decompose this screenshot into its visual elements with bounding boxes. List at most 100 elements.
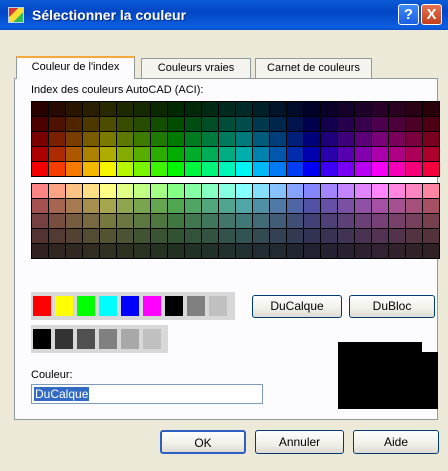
- aci-color-cell[interactable]: [423, 132, 439, 146]
- aci-color-cell[interactable]: [168, 214, 184, 228]
- aci-color-cell[interactable]: [389, 184, 405, 198]
- aci-color-cell[interactable]: [168, 132, 184, 146]
- aci-color-cell[interactable]: [372, 199, 388, 213]
- aci-color-cell[interactable]: [389, 244, 405, 258]
- aci-color-cell[interactable]: [236, 147, 252, 161]
- aci-color-cell[interactable]: [66, 147, 82, 161]
- aci-color-cell[interactable]: [338, 199, 354, 213]
- aci-color-cell[interactable]: [423, 244, 439, 258]
- aci-color-cell[interactable]: [253, 102, 269, 116]
- swatch-red[interactable]: [33, 296, 51, 316]
- aci-color-cell[interactable]: [355, 244, 371, 258]
- aci-color-cell[interactable]: [32, 184, 48, 198]
- aci-color-cell[interactable]: [304, 102, 320, 116]
- help-icon[interactable]: ?: [398, 4, 419, 25]
- aci-color-cell[interactable]: [423, 214, 439, 228]
- aci-color-cell[interactable]: [253, 117, 269, 131]
- aci-color-cell[interactable]: [270, 184, 286, 198]
- aci-color-cell[interactable]: [219, 214, 235, 228]
- aci-color-cell[interactable]: [202, 199, 218, 213]
- aci-color-cell[interactable]: [168, 162, 184, 176]
- aci-color-cell[interactable]: [389, 117, 405, 131]
- aci-color-cell[interactable]: [66, 162, 82, 176]
- aci-color-cell[interactable]: [83, 102, 99, 116]
- aci-color-cell[interactable]: [236, 184, 252, 198]
- aci-color-cell[interactable]: [168, 184, 184, 198]
- aci-color-cell[interactable]: [270, 214, 286, 228]
- aci-color-cell[interactable]: [287, 147, 303, 161]
- byblock-button[interactable]: DuBloc: [349, 295, 435, 318]
- aci-color-cell[interactable]: [372, 147, 388, 161]
- aci-color-cell[interactable]: [49, 229, 65, 243]
- swatch-gray-6[interactable]: [143, 329, 161, 349]
- aci-color-cell[interactable]: [49, 102, 65, 116]
- aci-color-cell[interactable]: [134, 117, 150, 131]
- aci-color-cell[interactable]: [270, 199, 286, 213]
- aci-color-cell[interactable]: [321, 244, 337, 258]
- tab-true-color[interactable]: Couleurs vraies: [141, 58, 251, 78]
- aci-color-cell[interactable]: [134, 184, 150, 198]
- aci-color-cell[interactable]: [253, 184, 269, 198]
- aci-color-cell[interactable]: [83, 244, 99, 258]
- aci-color-cell[interactable]: [100, 184, 116, 198]
- swatch-gray-5[interactable]: [121, 329, 139, 349]
- aci-color-cell[interactable]: [287, 214, 303, 228]
- swatch-light-gray[interactable]: [209, 296, 227, 316]
- aci-color-cell[interactable]: [389, 229, 405, 243]
- aci-color-cell[interactable]: [49, 162, 65, 176]
- aci-color-cell[interactable]: [287, 102, 303, 116]
- aci-color-cell[interactable]: [117, 199, 133, 213]
- aci-color-cell[interactable]: [406, 244, 422, 258]
- aci-color-cell[interactable]: [83, 184, 99, 198]
- aci-color-cell[interactable]: [151, 147, 167, 161]
- aci-color-cell[interactable]: [66, 102, 82, 116]
- aci-color-cell[interactable]: [236, 214, 252, 228]
- aci-color-cell[interactable]: [100, 214, 116, 228]
- aci-color-cell[interactable]: [219, 184, 235, 198]
- aci-color-cell[interactable]: [355, 132, 371, 146]
- aci-color-cell[interactable]: [134, 162, 150, 176]
- aci-color-cell[interactable]: [338, 214, 354, 228]
- aci-color-cell[interactable]: [117, 132, 133, 146]
- aci-color-cell[interactable]: [423, 162, 439, 176]
- aci-color-cell[interactable]: [100, 244, 116, 258]
- aci-color-cell[interactable]: [32, 244, 48, 258]
- aci-color-cell[interactable]: [134, 102, 150, 116]
- aci-color-cell[interactable]: [117, 117, 133, 131]
- aci-color-cell[interactable]: [406, 147, 422, 161]
- color-field[interactable]: DuCalque: [31, 384, 263, 404]
- swatch-gray-3[interactable]: [77, 329, 95, 349]
- aci-color-cell[interactable]: [389, 102, 405, 116]
- aci-color-cell[interactable]: [389, 147, 405, 161]
- aci-color-cell[interactable]: [338, 162, 354, 176]
- aci-color-cell[interactable]: [32, 229, 48, 243]
- aci-color-cell[interactable]: [202, 132, 218, 146]
- aci-color-cell[interactable]: [304, 214, 320, 228]
- aci-color-cell[interactable]: [66, 117, 82, 131]
- aci-color-cell[interactable]: [389, 132, 405, 146]
- aci-color-cell[interactable]: [100, 162, 116, 176]
- aci-color-cell[interactable]: [321, 229, 337, 243]
- aci-color-cell[interactable]: [185, 162, 201, 176]
- aci-color-cell[interactable]: [406, 229, 422, 243]
- cancel-button[interactable]: Annuler: [255, 430, 344, 454]
- aci-color-cell[interactable]: [372, 229, 388, 243]
- aci-color-cell[interactable]: [100, 147, 116, 161]
- close-icon[interactable]: X: [421, 4, 442, 25]
- swatch-cyan[interactable]: [99, 296, 117, 316]
- aci-color-cell[interactable]: [406, 132, 422, 146]
- aci-color-cell[interactable]: [49, 199, 65, 213]
- aci-color-cell[interactable]: [185, 102, 201, 116]
- aci-color-cell[interactable]: [32, 214, 48, 228]
- aci-color-cell[interactable]: [287, 229, 303, 243]
- aci-color-cell[interactable]: [389, 162, 405, 176]
- aci-color-cell[interactable]: [355, 162, 371, 176]
- aci-color-cell[interactable]: [321, 147, 337, 161]
- aci-color-cell[interactable]: [253, 244, 269, 258]
- aci-color-cell[interactable]: [134, 229, 150, 243]
- aci-color-cell[interactable]: [219, 117, 235, 131]
- aci-color-cell[interactable]: [185, 132, 201, 146]
- aci-color-cell[interactable]: [338, 184, 354, 198]
- aci-color-cell[interactable]: [372, 244, 388, 258]
- aci-color-cell[interactable]: [202, 117, 218, 131]
